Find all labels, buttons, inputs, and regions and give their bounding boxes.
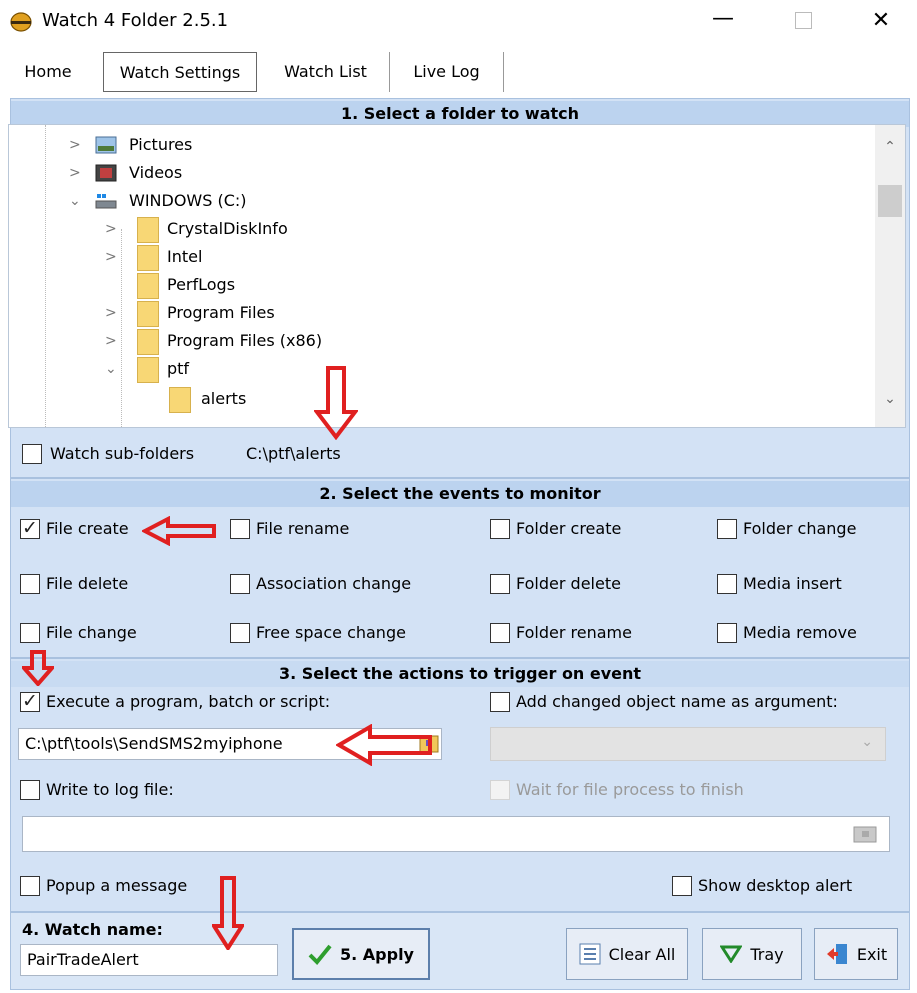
chevron-down-icon: ⌄ (861, 734, 873, 750)
wait-process-label: Wait for file process to finish (516, 780, 744, 799)
folder-icon (137, 357, 159, 383)
app-icon (10, 12, 32, 32)
file-rename-checkbox[interactable] (230, 519, 250, 539)
minimize-button[interactable]: — (708, 4, 738, 38)
section2-heading: 2. Select the events to monitor (11, 481, 909, 507)
scroll-up-icon[interactable]: ⌃ (875, 139, 905, 161)
annotation-arrow-left (142, 516, 216, 546)
section3-heading: 3. Select the actions to trigger on even… (11, 661, 909, 687)
popup-message-checkbox[interactable] (20, 876, 40, 896)
selected-path-display: C:\ptf\alerts (246, 444, 341, 463)
folder-delete-label: Folder delete (516, 574, 621, 593)
tab-home[interactable]: Home (8, 52, 88, 92)
apply-button[interactable]: 5. Apply (292, 928, 430, 980)
media-insert-checkbox[interactable] (717, 574, 737, 594)
write-log-label: Write to log file: (46, 780, 174, 799)
annotation-arrow-down (212, 876, 244, 950)
close-button[interactable]: ✕ (866, 6, 896, 36)
media-remove-label: Media remove (743, 623, 857, 642)
folder-rename-label: Folder rename (516, 623, 632, 642)
exit-button[interactable]: Exit (814, 928, 898, 980)
file-change-label: File change (46, 623, 137, 642)
browse-icon[interactable] (852, 822, 878, 846)
clear-all-button[interactable]: Clear All (566, 928, 688, 980)
checkmark-icon (308, 944, 332, 965)
folder-icon (137, 217, 159, 243)
chevron-right-icon: > (105, 249, 117, 265)
chevron-right-icon: > (69, 165, 81, 181)
tray-button[interactable]: Tray (702, 928, 802, 980)
desktop-alert-checkbox[interactable] (672, 876, 692, 896)
folder-change-checkbox[interactable] (717, 519, 737, 539)
annotation-arrow-down (314, 366, 358, 440)
folder-create-label: Folder create (516, 519, 622, 538)
folder-icon (137, 245, 159, 271)
free-space-change-label: Free space change (256, 623, 406, 642)
videos-icon (95, 164, 117, 182)
execute-program-checkbox[interactable] (20, 690, 40, 712)
folder-create-checkbox[interactable] (490, 519, 510, 539)
scroll-thumb[interactable] (878, 185, 902, 217)
free-space-change-checkbox[interactable] (230, 623, 250, 643)
association-change-label: Association change (256, 574, 412, 593)
add-argument-checkbox[interactable] (490, 692, 510, 712)
file-delete-label: File delete (46, 574, 129, 593)
tab-bar: Home Watch Settings Watch List Live Log (0, 44, 917, 96)
folder-tree[interactable]: > Pictures > Videos ⌄ WINDOWS (C:) > Cry… (8, 124, 906, 428)
tree-scrollbar[interactable]: ⌃ ⌄ (875, 125, 905, 427)
tab-live-log[interactable]: Live Log (390, 52, 504, 92)
file-rename-label: File rename (256, 519, 350, 538)
annotation-arrow-down (22, 650, 54, 686)
title-bar: Watch 4 Folder 2.5.1 — ✕ (0, 0, 917, 44)
window-title: Watch 4 Folder 2.5.1 (42, 10, 229, 31)
folder-change-label: Folder change (743, 519, 857, 538)
scroll-down-icon[interactable]: ⌄ (875, 391, 905, 413)
chevron-down-icon: ⌄ (69, 193, 81, 209)
list-icon (579, 943, 601, 965)
media-remove-checkbox[interactable] (717, 623, 737, 643)
watch-subfolders-checkbox[interactable] (22, 444, 42, 464)
exit-door-icon (826, 944, 847, 964)
pictures-icon (95, 136, 117, 154)
desktop-alert-label: Show desktop alert (698, 876, 853, 895)
media-insert-label: Media insert (743, 574, 842, 593)
folder-icon (137, 273, 159, 299)
log-path-input[interactable] (22, 816, 890, 852)
argument-combo: ⌄ (490, 727, 886, 761)
chevron-down-icon: ⌄ (105, 361, 117, 377)
file-change-checkbox[interactable] (20, 623, 40, 643)
chevron-right-icon: > (105, 305, 117, 321)
popup-message-label: Popup a message (46, 876, 188, 895)
folder-icon (169, 387, 191, 413)
triangle-down-icon (720, 945, 743, 963)
file-create-label: File create (46, 519, 129, 538)
folder-delete-checkbox[interactable] (490, 574, 510, 594)
annotation-arrow-left (336, 724, 432, 766)
write-log-checkbox[interactable] (20, 780, 40, 800)
maximize-button[interactable] (795, 12, 812, 29)
wait-process-checkbox (490, 780, 510, 800)
file-delete-checkbox[interactable] (20, 574, 40, 594)
chevron-right-icon: > (105, 333, 117, 349)
tab-watch-settings[interactable]: Watch Settings (103, 52, 257, 92)
chevron-right-icon: > (105, 221, 117, 237)
folder-icon (137, 329, 159, 355)
watch-subfolders-label: Watch sub-folders (50, 444, 195, 463)
chevron-right-icon: > (69, 137, 81, 153)
tab-watch-list[interactable]: Watch List (262, 52, 390, 92)
watch-name-heading: 4. Watch name: (22, 920, 163, 939)
folder-rename-checkbox[interactable] (490, 623, 510, 643)
file-create-checkbox[interactable] (20, 517, 40, 539)
folder-icon (137, 301, 159, 327)
association-change-checkbox[interactable] (230, 574, 250, 594)
add-argument-label: Add changed object name as argument: (516, 692, 838, 711)
drive-icon (95, 194, 117, 209)
execute-program-label: Execute a program, batch or script: (46, 692, 331, 711)
